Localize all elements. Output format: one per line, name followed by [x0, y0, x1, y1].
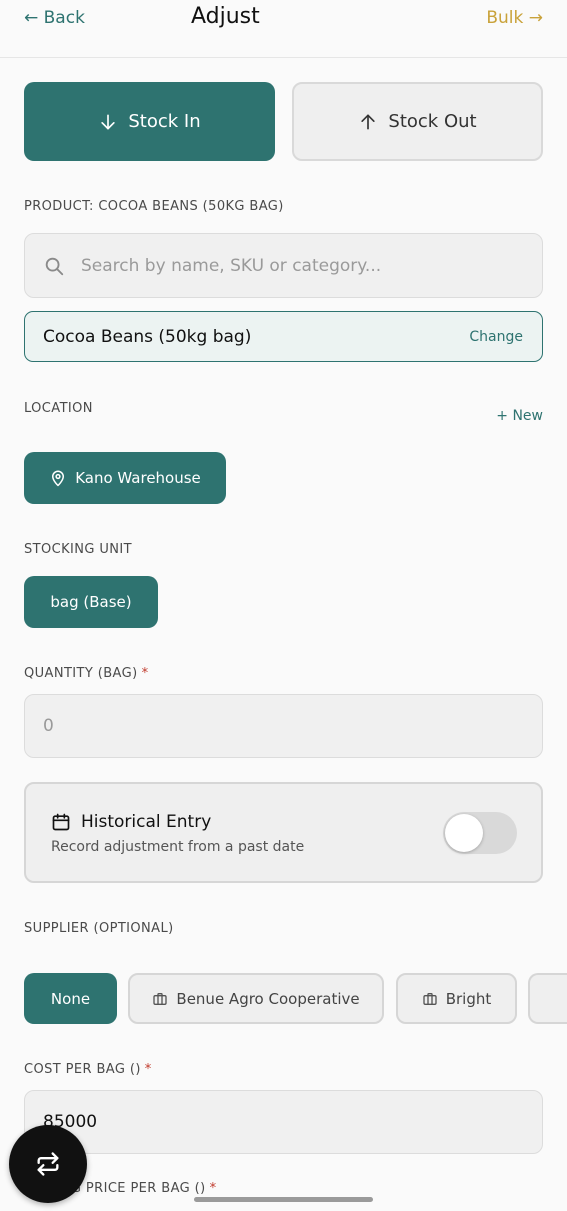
stock-in-button[interactable]: Stock In	[24, 82, 275, 161]
top-bar: ← Back Adjust Bulk →	[0, 0, 567, 58]
cost-label-text: COST PER BAG ()	[24, 1062, 141, 1077]
historical-entry-title-row: Historical Entry	[51, 812, 211, 832]
briefcase-icon	[153, 992, 168, 1005]
arrow-up-icon	[361, 114, 376, 129]
historical-entry-toggle[interactable]	[443, 812, 517, 854]
stock-out-button[interactable]: Stock Out	[292, 82, 543, 161]
new-location-link[interactable]: + New	[496, 408, 543, 424]
quantity-field[interactable]	[24, 694, 543, 758]
map-pin-icon	[52, 470, 65, 487]
cost-section-label: COST PER BAG () *	[24, 1062, 152, 1077]
arrow-down-icon	[101, 114, 116, 129]
required-mark: *	[209, 1181, 217, 1196]
home-indicator	[194, 1197, 373, 1202]
supplier-chip-label: Bright	[445, 989, 492, 1008]
unit-chip-label: bag (Base)	[50, 593, 132, 611]
cost-input[interactable]	[43, 1112, 523, 1132]
bulk-link[interactable]: Bulk →	[486, 8, 543, 28]
location-chip-kano-warehouse[interactable]: Kano Warehouse	[24, 452, 226, 504]
product-section-label: PRODUCT: COCOA BEANS (50KG BAG)	[24, 199, 284, 214]
selected-product-name: Cocoa Beans (50kg bag)	[43, 326, 252, 347]
page-title: Adjust	[191, 4, 260, 29]
cost-field[interactable]	[24, 1090, 543, 1154]
stock-out-label: Stock Out	[388, 111, 477, 132]
product-search-box[interactable]	[24, 233, 543, 298]
supplier-section-label: SUPPLIER (OPTIONAL)	[24, 921, 174, 936]
switch-fab-button[interactable]	[9, 1125, 87, 1203]
quantity-label-text: QUANTITY (BAG)	[24, 666, 138, 681]
briefcase-icon	[423, 992, 437, 1005]
unit-chip-bag-base[interactable]: bag (Base)	[24, 576, 158, 628]
stock-in-label: Stock In	[128, 111, 201, 132]
supplier-chip-bright[interactable]: Bright	[396, 973, 517, 1024]
supplier-chip-label: Benue Agro Cooperative	[176, 989, 360, 1008]
location-chip-label: Kano Warehouse	[75, 469, 201, 487]
calendar-icon	[52, 813, 70, 831]
back-link[interactable]: ← Back	[24, 8, 85, 28]
search-icon	[45, 257, 64, 275]
selected-product-card: Cocoa Beans (50kg bag) Change	[24, 311, 543, 362]
product-search-input[interactable]	[81, 255, 501, 276]
stocking-unit-section-label: STOCKING UNIT	[24, 542, 133, 557]
supplier-chip-benue-agro-cooperative[interactable]: Benue Agro Cooperative	[128, 973, 384, 1024]
supplier-chip-none[interactable]: None	[24, 973, 117, 1024]
historical-entry-title: Historical Entry	[81, 812, 212, 832]
historical-entry-card: Historical Entry Record adjustment from …	[24, 782, 543, 883]
quantity-input[interactable]	[43, 716, 523, 736]
supplier-chip-label: None	[50, 989, 91, 1008]
required-mark: *	[144, 1062, 152, 1077]
change-product-link[interactable]: Change	[469, 329, 523, 345]
required-mark: *	[141, 666, 149, 681]
quantity-section-label: QUANTITY (BAG) *	[24, 666, 148, 681]
location-section-label: LOCATION	[24, 401, 93, 416]
swap-arrows-icon	[37, 1152, 59, 1176]
supplier-chip-partial[interactable]	[528, 973, 567, 1024]
toggle-knob	[445, 814, 483, 852]
historical-entry-subtitle: Record adjustment from a past date	[51, 839, 305, 855]
